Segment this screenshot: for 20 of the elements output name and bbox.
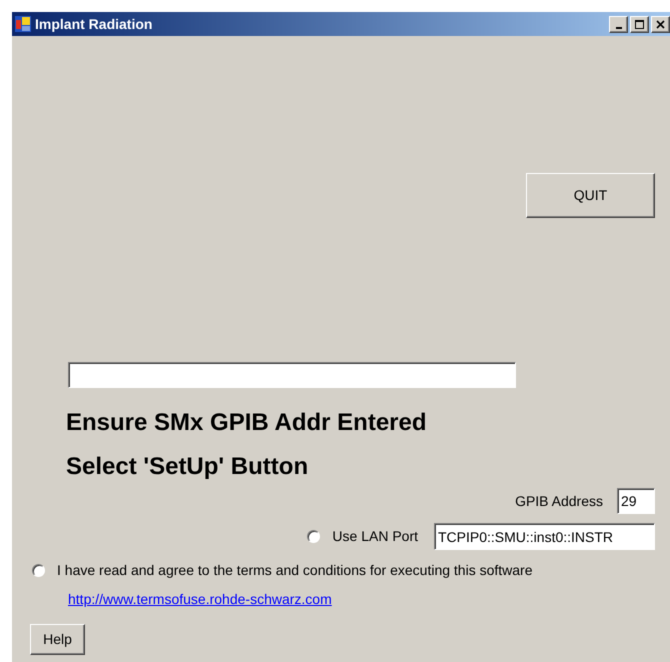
gpib-field[interactable]: 29 xyxy=(617,488,655,514)
maximize-button[interactable] xyxy=(630,16,649,32)
lan-label: Use LAN Port xyxy=(332,527,418,546)
radio-button[interactable] xyxy=(307,530,320,543)
close-icon xyxy=(656,20,665,28)
minimize-button[interactable] xyxy=(609,16,628,32)
gpib-label: GPIB Address xyxy=(515,492,603,510)
lan-address-field[interactable]: TCPIP0::SMU::inst0::INSTR xyxy=(434,523,655,550)
window-title: Implant Radiation xyxy=(35,14,152,34)
maximize-icon xyxy=(635,20,644,28)
help-button[interactable]: Help xyxy=(30,624,85,655)
terms-label: I have read and agree to the terms and conditions for executing this software xyxy=(57,561,533,580)
close-button[interactable] xyxy=(651,16,670,32)
terms-link[interactable]: http://www.termsofuse.rohde-schwarz.com xyxy=(68,589,332,610)
minimize-icon xyxy=(616,26,622,28)
instruction-text: Select 'SetUp' Button xyxy=(66,452,310,482)
app-icon xyxy=(15,16,31,32)
quit-button[interactable]: QUIT xyxy=(526,173,655,218)
instruction-text: Ensure SMx GPIB Addr Entered xyxy=(66,408,428,438)
radio-button[interactable] xyxy=(32,564,45,577)
